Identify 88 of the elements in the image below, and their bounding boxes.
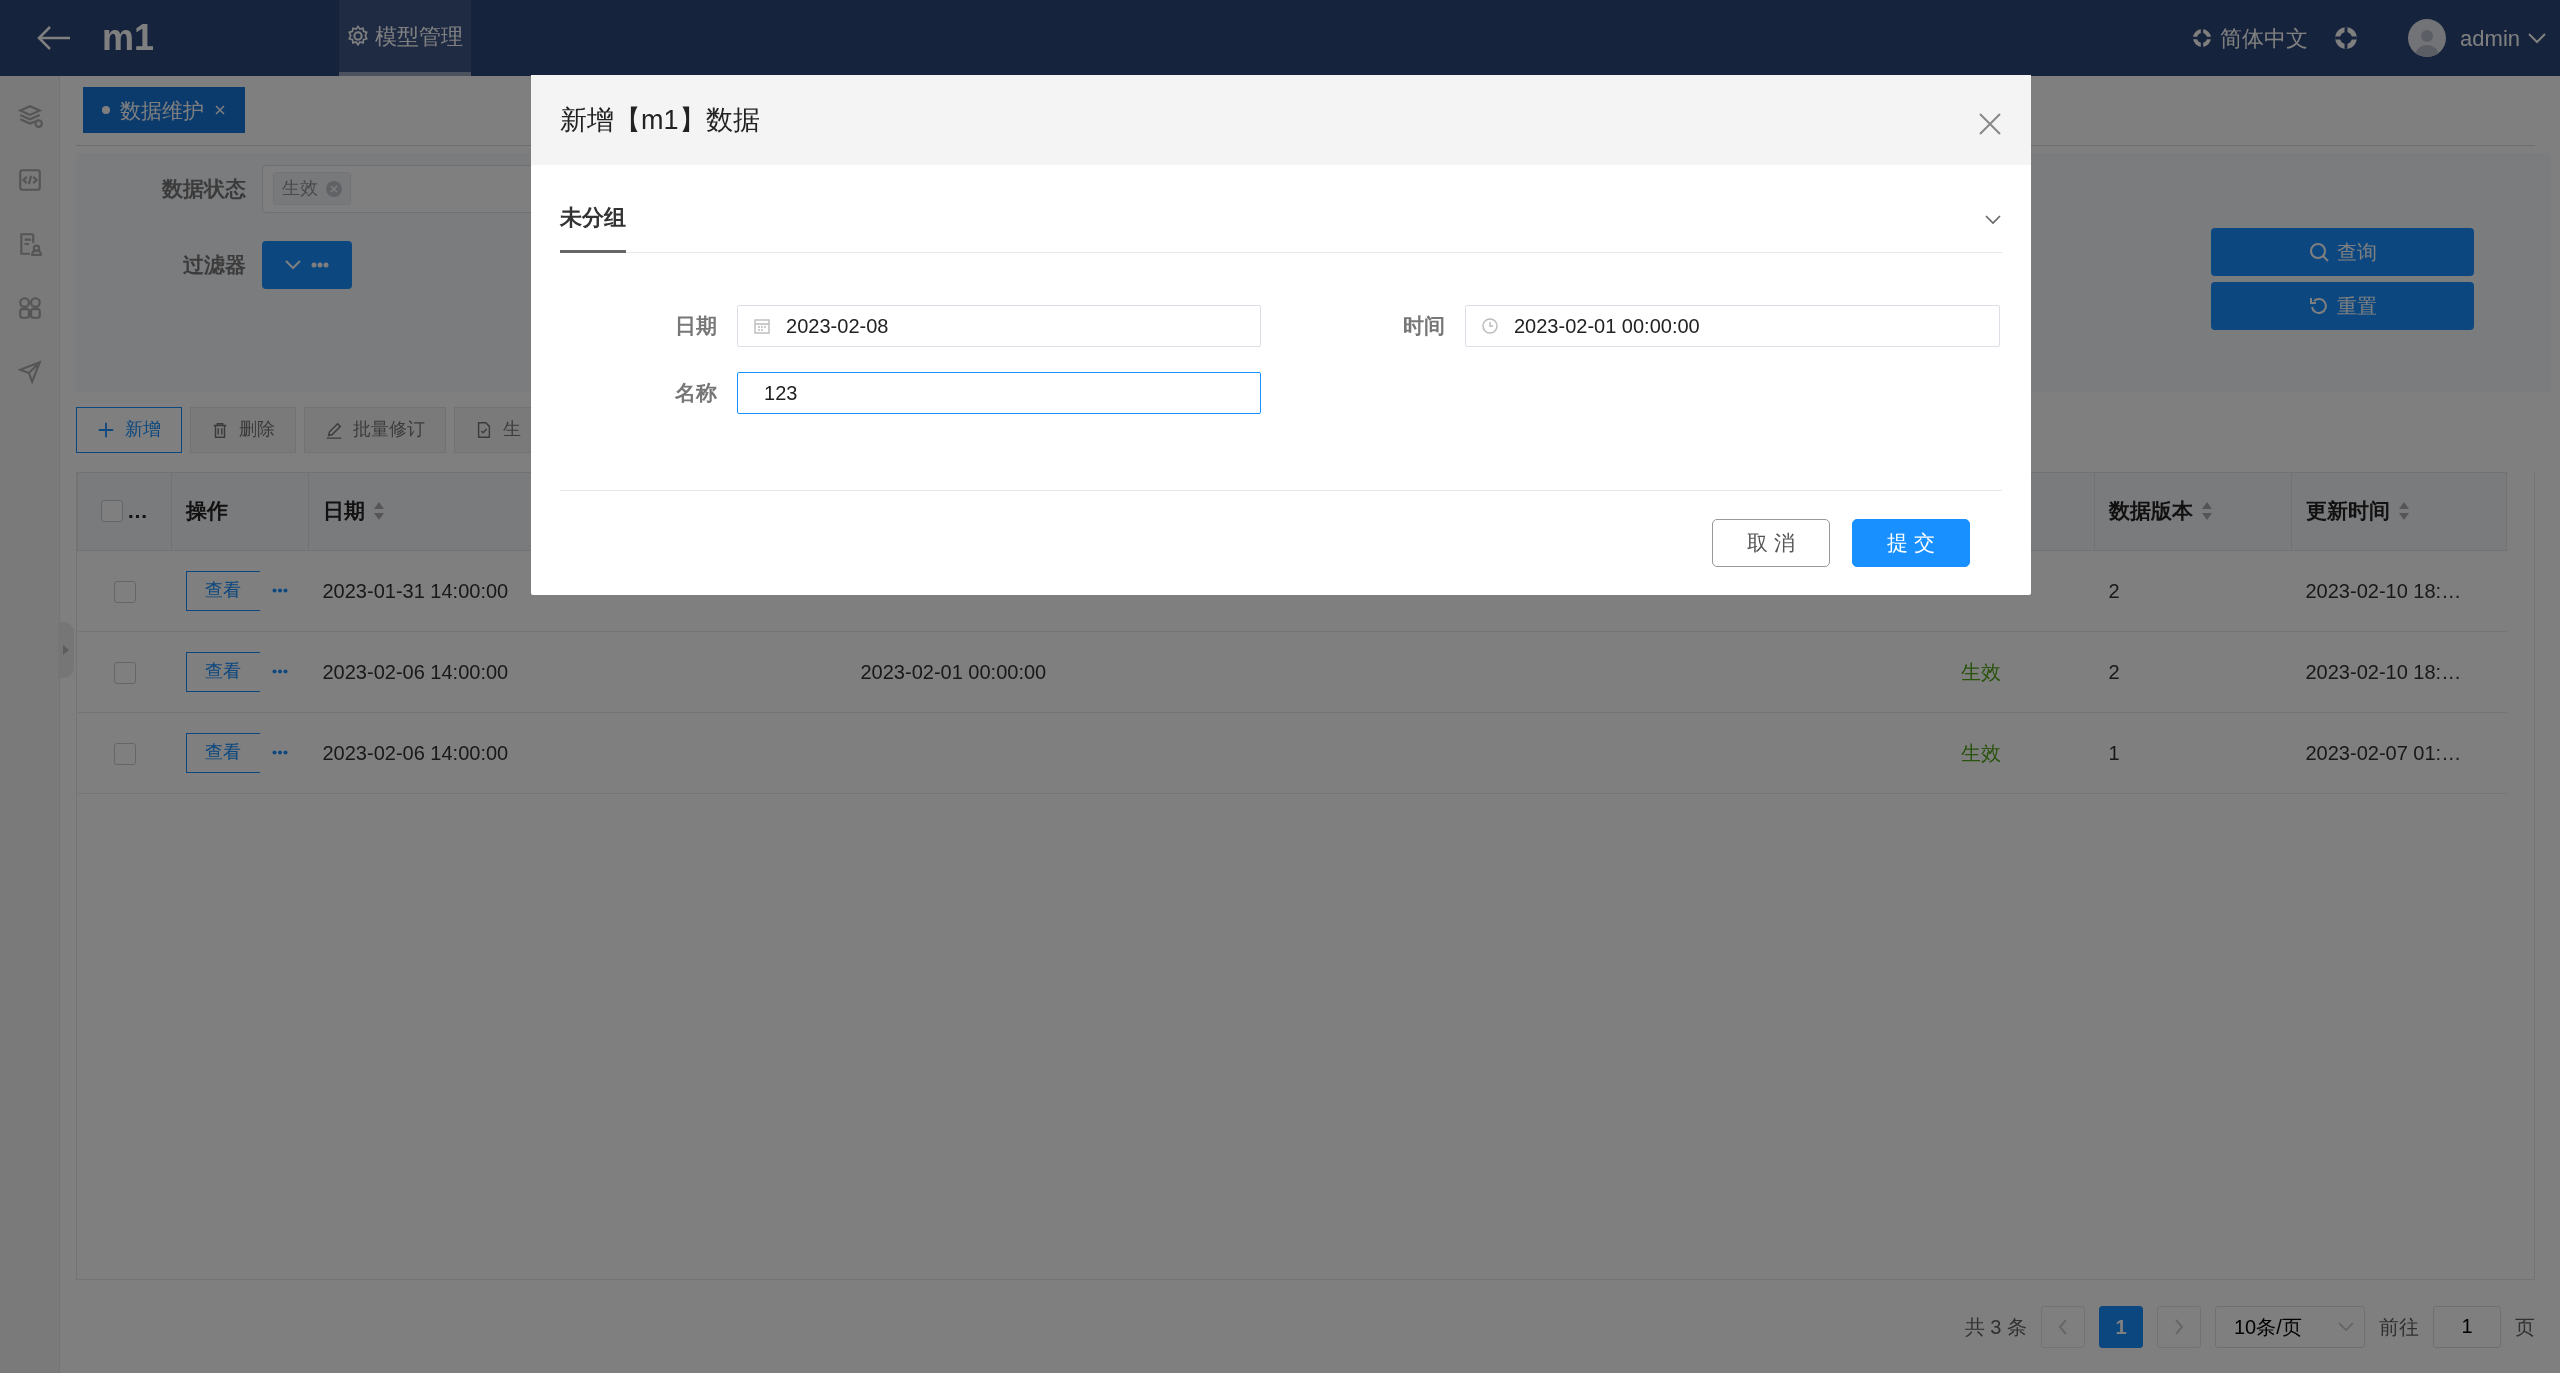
stack-icon[interactable]: [16, 103, 43, 129]
chevron-right-icon: [2174, 1318, 2184, 1335]
table-cell: 2023-02-06 14:00:00: [322, 660, 509, 683]
filter-label: 数据状态: [160, 176, 246, 203]
table-cell: 2023-02-01 00:00:00: [860, 660, 1047, 683]
dot-icon: [102, 106, 110, 115]
more-icon[interactable]: [271, 669, 288, 674]
code-icon[interactable]: [16, 167, 43, 193]
more-icon[interactable]: [271, 750, 288, 755]
more-icon[interactable]: [271, 588, 288, 593]
grid-icon[interactable]: [16, 295, 43, 321]
chevron-down-icon: [2528, 32, 2546, 44]
table-cell: 2023-01-31 14:00:00: [322, 579, 509, 602]
table-cell: 2: [2108, 579, 2120, 602]
search-button[interactable]: 查询: [2211, 227, 2474, 276]
app-title: m1: [102, 16, 156, 60]
field-label: 日期: [674, 313, 719, 340]
next-page-button[interactable]: [2157, 1305, 2201, 1348]
triangle-right-icon: [62, 644, 70, 656]
sort-icon[interactable]: [2398, 501, 2410, 521]
table-cell: 2023-02-07 01:…: [2305, 741, 2462, 764]
table-cell: 2023-02-06 14:00:00: [322, 741, 509, 764]
clock-icon: [1481, 317, 1499, 335]
toolbar-button[interactable]: 新增: [76, 406, 182, 453]
collapse-handle[interactable]: [58, 622, 74, 678]
chevron-down-icon: [285, 259, 301, 270]
row-checkbox[interactable]: [113, 581, 136, 604]
gear-icon: [347, 25, 369, 47]
input-field[interactable]: 2023-02-01 00:00:00: [1465, 305, 2000, 347]
view-button[interactable]: 查看: [185, 732, 260, 773]
row-checkbox[interactable]: [113, 662, 136, 685]
cancel-button[interactable]: 取 消: [1712, 519, 1830, 567]
document-icon: [475, 420, 493, 439]
section-tab[interactable]: 未分组: [560, 186, 626, 253]
back-arrow-icon[interactable]: [36, 24, 72, 52]
sort-icon[interactable]: [2201, 501, 2213, 521]
ring-icon[interactable]: [2334, 26, 2359, 50]
table-cell: 1: [2108, 741, 2120, 764]
reset-button[interactable]: 重置: [2211, 281, 2474, 330]
search-icon: [2308, 241, 2329, 262]
field-label: 名称: [674, 380, 719, 407]
goto-label: 前往: [2379, 1314, 2419, 1340]
page-input[interactable]: 1: [2433, 1305, 2501, 1348]
page-suffix: 页: [2515, 1314, 2535, 1340]
close-icon: [1977, 110, 2003, 137]
page-button[interactable]: 1: [2099, 1305, 2143, 1348]
send-icon[interactable]: [16, 359, 43, 385]
language-selector[interactable]: 简体中文: [2192, 21, 2309, 55]
column-header: …: [127, 498, 148, 525]
total-count: 共 3 条: [1964, 1314, 2027, 1340]
pen-icon: [325, 420, 343, 439]
status-text: 生效: [1960, 741, 2001, 764]
trash-icon: [211, 420, 229, 439]
close-icon[interactable]: [214, 104, 226, 117]
close-circle-icon[interactable]: [326, 180, 342, 197]
user-menu[interactable]: admin: [2460, 21, 2546, 55]
page-tab[interactable]: 数据维护: [83, 87, 245, 134]
status-text: 生效: [1960, 660, 2001, 683]
table-cell: 2023-02-10 18:…: [2305, 660, 2462, 683]
field-label: 时间: [1402, 313, 1446, 340]
filter-button[interactable]: [262, 240, 352, 289]
view-button[interactable]: 查看: [185, 651, 260, 692]
table-cell: 2: [2108, 660, 2120, 683]
filter-label: 过滤器: [182, 252, 246, 279]
page-size-select[interactable]: 10条/页: [2215, 1305, 2365, 1348]
column-header: 数据版本: [2109, 498, 2193, 525]
row-checkbox[interactable]: [113, 743, 136, 766]
nav-tab[interactable]: 模型管理: [339, 0, 471, 76]
chevron-down-icon: [2338, 1321, 2354, 1332]
select-all-checkbox[interactable]: [101, 500, 123, 522]
previous-page-button[interactable]: [2041, 1305, 2085, 1348]
reset-icon: [2308, 295, 2329, 316]
input-field[interactable]: 2023-02-08: [737, 305, 1261, 347]
sort-icon[interactable]: [373, 501, 385, 521]
plus-icon: [97, 420, 115, 439]
modal-title: 新增【m1】数据: [560, 103, 760, 137]
column-header: 日期: [323, 498, 365, 525]
avatar[interactable]: [2408, 19, 2447, 57]
input-field[interactable]: 123: [737, 372, 1261, 414]
table-cell: 2023-02-10 18:…: [2305, 579, 2462, 602]
ring-icon: [2192, 28, 2213, 48]
submit-button[interactable]: 提 交: [1852, 519, 1970, 567]
ellipsis-icon: [311, 261, 329, 268]
chevron-left-icon: [2058, 1318, 2068, 1335]
calendar-icon: [753, 317, 772, 335]
view-button[interactable]: 查看: [185, 570, 260, 611]
column-header: 操作: [186, 499, 228, 523]
column-header: 更新时间: [2306, 498, 2390, 525]
